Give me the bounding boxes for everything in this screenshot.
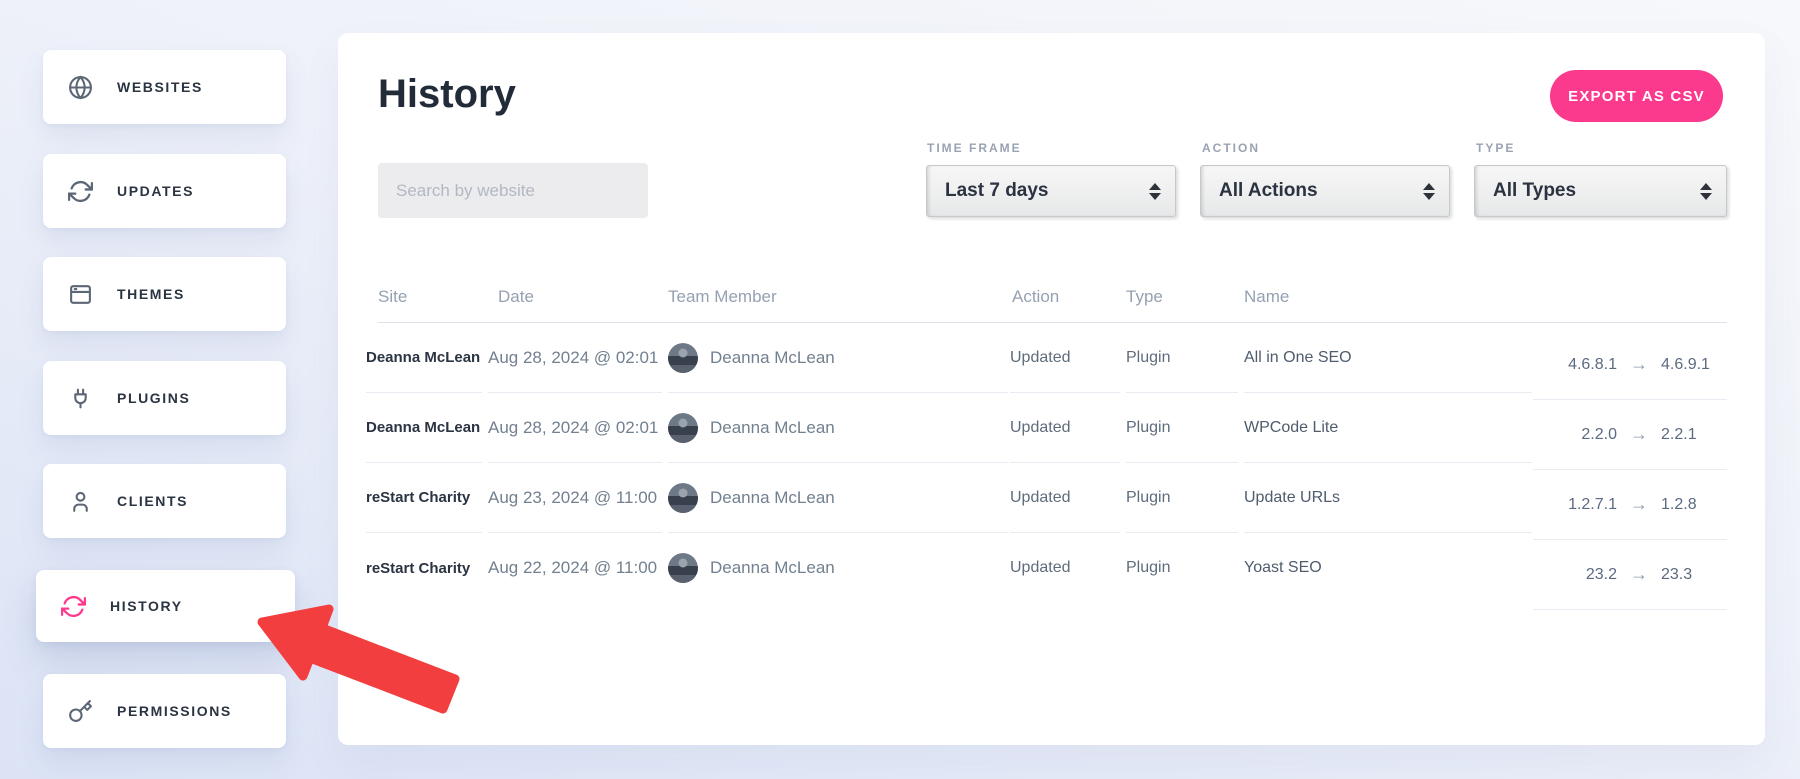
search-input[interactable] [378,163,648,218]
table-row-cell-versions: 4.6.8.1 → 4.6.9.1 [1533,330,1727,400]
table-row-cell-date: Aug 22, 2024 @ 11:00 [488,558,658,577]
sidebar-item-label: WEBSITES [117,79,203,95]
export-csv-button[interactable]: EXPORT AS CSV [1550,70,1723,122]
type-select[interactable]: All Types [1474,165,1727,217]
table-row-cell-name: Update URLs [1244,463,1532,533]
version-arrow-icon: → [1630,424,1648,444]
table-row-cell-name: WPCode Lite [1244,393,1532,463]
time-frame-select[interactable]: Last 7 days [926,165,1176,217]
avatar [668,553,698,583]
table-row-cell-action: Updated [1010,559,1071,576]
column-header-name: Name [1244,287,1290,306]
table-row-cell-site: Deanna McLean [366,323,482,393]
table-row-cell-versions: 2.2.0 → 2.2.1 [1533,400,1727,470]
avatar [668,412,698,443]
table-row-cell-type: Plugin [1126,559,1171,576]
table-row-cell-versions: 23.2 → 23.3 [1533,540,1727,610]
type-value: All Types [1493,180,1577,201]
sidebar-item-label: HISTORY [110,598,183,614]
table-row-cell-type: Plugin [1126,393,1238,463]
table-row-cell-type: Plugin [1126,463,1238,533]
action-label: ACTION [1202,141,1260,155]
sidebar-item-label: CLIENTS [117,493,189,509]
user-icon [68,489,93,514]
avatar [668,342,698,373]
column-header-site: Site [378,287,408,306]
table-row-cell-team-member: Deanna McLean [668,393,1008,463]
page-title: History [378,72,516,116]
action-select[interactable]: All Actions [1200,165,1450,217]
sidebar-item-history[interactable]: HISTORY [36,570,295,642]
key-icon [68,699,93,724]
table-row-cell-date: Aug 23, 2024 @ 11:00 [488,463,662,533]
version-arrow-icon: → [1630,494,1648,514]
table-row-cell-name: All in One SEO [1244,323,1532,393]
refresh-icon [61,594,86,619]
version-arrow-icon: → [1630,354,1648,374]
sidebar-item-websites[interactable]: WEBSITES [43,50,286,124]
avatar [668,482,698,513]
table-row-cell-versions: 1.2.7.1 → 1.2.8 [1533,470,1727,540]
window-icon [68,282,93,307]
select-arrows-icon [1700,182,1712,200]
globe-icon [68,75,93,100]
sidebar-item-themes[interactable]: THEMES [43,257,286,331]
time-frame-value: Last 7 days [945,180,1049,201]
select-arrows-icon [1423,182,1435,200]
sidebar-item-updates[interactable]: UPDATES [43,154,286,228]
table-row-cell-team-member: Deanna McLean [668,323,1008,393]
sidebar-item-label: THEMES [117,286,185,302]
column-header-date: Date [498,287,534,306]
column-header-action: Action [1012,287,1060,306]
table-row-cell-name: Yoast SEO [1244,559,1322,576]
time-frame-label: TIME FRAME [927,141,1022,155]
table-row-cell-site: reStart Charity [366,463,482,533]
type-label: TYPE [1476,141,1516,155]
action-value: All Actions [1219,180,1318,201]
table-row-cell-team-member: Deanna McLean [668,533,1008,603]
sidebar-item-label: UPDATES [117,183,195,199]
sidebar-item-plugins[interactable]: PLUGINS [43,361,286,435]
refresh-icon [68,179,93,204]
table-row-cell-team-member: Deanna McLean [668,463,1008,533]
plug-icon [68,386,93,411]
column-header-team-member: Team Member [668,287,777,306]
select-arrows-icon [1149,182,1161,200]
table-row-cell-action: Updated [1010,323,1120,393]
table-row-cell-site: reStart Charity [366,559,471,577]
sidebar-item-label: PLUGINS [117,390,191,406]
table-row-cell-action: Updated [1010,463,1120,533]
table-row-cell-date: Aug 28, 2024 @ 02:01 [488,323,662,393]
app: WEBSITES UPDATES THEMES PLUGINS CLIENTS … [0,0,1800,779]
sidebar-item-permissions[interactable]: PERMISSIONS [43,674,286,748]
column-header-type: Type [1126,287,1163,306]
table-row-cell-action: Updated [1010,393,1120,463]
table-row-cell-type: Plugin [1126,323,1238,393]
sidebar-item-clients[interactable]: CLIENTS [43,464,286,538]
table-row-cell-site: Deanna McLean [366,393,482,463]
sidebar-item-label: PERMISSIONS [117,703,232,719]
table-row-cell-date: Aug 28, 2024 @ 02:01 [488,393,662,463]
version-arrow-icon: → [1630,564,1648,584]
